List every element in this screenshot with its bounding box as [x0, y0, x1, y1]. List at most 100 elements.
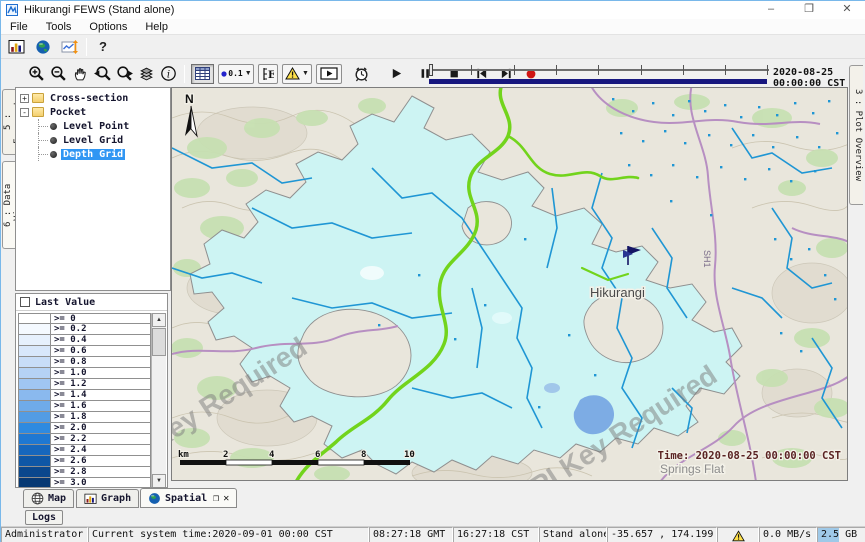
svg-text:6: 6	[315, 450, 320, 460]
legend-row: >= 1.6	[18, 401, 151, 412]
tree-item-level-grid[interactable]: Level Grid	[16, 133, 170, 147]
warnings-dropdown[interactable]: ▼	[282, 64, 312, 84]
collapse-icon[interactable]: -	[20, 108, 29, 117]
threshold-dropdown[interactable]: 0.1 ▼	[218, 64, 254, 84]
label-sh1: SH1	[702, 250, 712, 268]
legend-row: >= 0.4	[18, 335, 151, 346]
status-system-time: Current system time:2020-09-01 00:00 CST	[88, 527, 369, 542]
logs-button[interactable]: Logs	[25, 510, 63, 525]
time-slider-tick	[683, 65, 684, 75]
node-bullet-icon	[50, 137, 57, 144]
tree-item-label[interactable]: Level Point	[61, 121, 131, 132]
legend-threshold-label: >= 1.8	[51, 412, 151, 423]
time-slider-tick	[471, 65, 472, 75]
expand-icon[interactable]: +	[20, 94, 29, 103]
legend-threshold-label: >= 2.4	[51, 445, 151, 456]
svg-text:4: 4	[269, 450, 275, 460]
zoom-next-icon[interactable]	[114, 64, 134, 84]
menu-item-options[interactable]: Options	[80, 21, 136, 33]
tree-item-label[interactable]: Cross-section	[48, 93, 130, 104]
wireframe-globe-icon	[31, 492, 44, 505]
last-value-checkbox[interactable]	[20, 297, 30, 307]
legend-color-swatch	[18, 456, 51, 467]
legend-color-swatch	[18, 335, 51, 346]
tree-item-level-point[interactable]: Level Point	[16, 119, 170, 133]
zoom-previous-icon[interactable]	[92, 64, 112, 84]
legend-row: >= 1.4	[18, 390, 151, 401]
scroll-down-icon[interactable]: ▼	[152, 474, 166, 488]
tab-graph[interactable]: Graph	[76, 489, 139, 508]
menu-item-help[interactable]: Help	[136, 21, 177, 33]
tab-map[interactable]: Map	[23, 489, 74, 508]
legend-row: >= 2.2	[18, 434, 151, 445]
info-icon[interactable]: i	[158, 64, 178, 84]
map-globe-icon[interactable]	[33, 37, 53, 57]
database-icon[interactable]	[6, 37, 26, 57]
legend-threshold-label: >= 1.2	[51, 379, 151, 390]
legend-threshold-label: >= 1.0	[51, 368, 151, 379]
timeseries-icon[interactable]	[60, 37, 80, 57]
tab-spatial[interactable]: Spatial ❒ ✕	[140, 488, 237, 508]
zoom-in-icon[interactable]	[26, 64, 46, 84]
tree-item-label[interactable]: Pocket	[48, 107, 88, 118]
tree-item-label[interactable]: Depth Grid	[61, 149, 125, 160]
map-canvas[interactable]: API Key Required API Key Required Hikura…	[171, 87, 848, 481]
menu-item-tools[interactable]: Tools	[37, 21, 81, 33]
legend-row: >= 2.0	[18, 423, 151, 434]
threshold-value: 0.1	[228, 69, 242, 78]
legend-row: >= 2.8	[18, 467, 151, 478]
legend-color-swatch	[18, 390, 51, 401]
tree-item-cross-section[interactable]: + Cross-section	[16, 91, 170, 105]
pan-hand-icon[interactable]	[70, 64, 90, 84]
tab-plot-overview[interactable]: 3 : Plot Overview	[849, 65, 863, 205]
node-bullet-icon	[50, 123, 57, 130]
help-icon[interactable]: ?	[93, 37, 113, 57]
status-network-rate: 0.0 MB/s	[759, 527, 817, 542]
zoom-out-icon[interactable]	[48, 64, 68, 84]
scrollbar-thumb[interactable]	[152, 328, 166, 356]
layers-icon[interactable]	[136, 64, 156, 84]
legend-color-swatch	[18, 434, 51, 445]
tab-close-icon[interactable]: ✕	[223, 493, 229, 504]
legend-threshold-label: >= 0.8	[51, 357, 151, 368]
status-heap-usage[interactable]: 2.5 GB	[817, 527, 865, 542]
bottom-tab-bar: Map Graph Spatial ❒ ✕	[1, 488, 865, 509]
grid-toggle-icon[interactable]	[191, 64, 214, 84]
tree-item-depth-grid[interactable]: Depth Grid	[16, 147, 170, 161]
time-adjust-icon[interactable]	[351, 64, 371, 84]
legend-row: >= 0	[18, 313, 151, 324]
status-gmt-time: 08:27:18 GMT	[369, 527, 453, 542]
close-button[interactable]: ✕	[828, 1, 865, 19]
legend-color-swatch	[18, 445, 51, 456]
minimize-button[interactable]: –	[752, 1, 790, 19]
svg-text:2: 2	[223, 450, 228, 460]
legend-threshold-label: >= 0.4	[51, 335, 151, 346]
legend-scale-icon[interactable]: E	[258, 64, 278, 84]
time-slider-tick	[641, 65, 642, 75]
time-slider-tick	[598, 65, 599, 75]
menu-item-file[interactable]: File	[1, 21, 37, 33]
legend-threshold-label: >= 0.2	[51, 324, 151, 335]
play-icon[interactable]	[386, 64, 406, 84]
status-warning-icon[interactable]	[717, 527, 759, 542]
tab-maximize-icon[interactable]: ❒	[213, 493, 219, 504]
maximize-button[interactable]: ❐	[790, 1, 828, 19]
legend-scrollbar[interactable]: ▲ ▼	[151, 313, 166, 488]
chevron-down-icon: ▼	[245, 70, 252, 77]
movie-export-icon[interactable]	[316, 64, 342, 84]
legend-color-swatch	[18, 313, 51, 324]
status-mode: Stand alone	[539, 527, 607, 542]
status-coordinates: -35.657 , 174.199	[607, 527, 717, 542]
map-toolbar: i 0.1 ▼ E ▼ 2020-08-25	[1, 58, 865, 87]
time-slider-tick	[725, 65, 726, 75]
scroll-up-icon[interactable]: ▲	[152, 313, 166, 327]
title-bar: Hikurangi FEWS (Stand alone) – ❐ ✕	[1, 1, 865, 19]
svg-text:10: 10	[404, 450, 415, 460]
bar-chart-icon	[84, 493, 97, 505]
tree-item-label[interactable]: Level Grid	[61, 135, 125, 146]
legend-row: >= 2.4	[18, 445, 151, 456]
tab-data-viewer[interactable]: 6 : Data Viewer	[2, 161, 15, 249]
tree-item-pocket[interactable]: - Pocket	[16, 105, 170, 119]
time-slider[interactable]	[429, 62, 769, 86]
tab-forecast[interactable]: 5 : Forecast	[2, 89, 15, 155]
